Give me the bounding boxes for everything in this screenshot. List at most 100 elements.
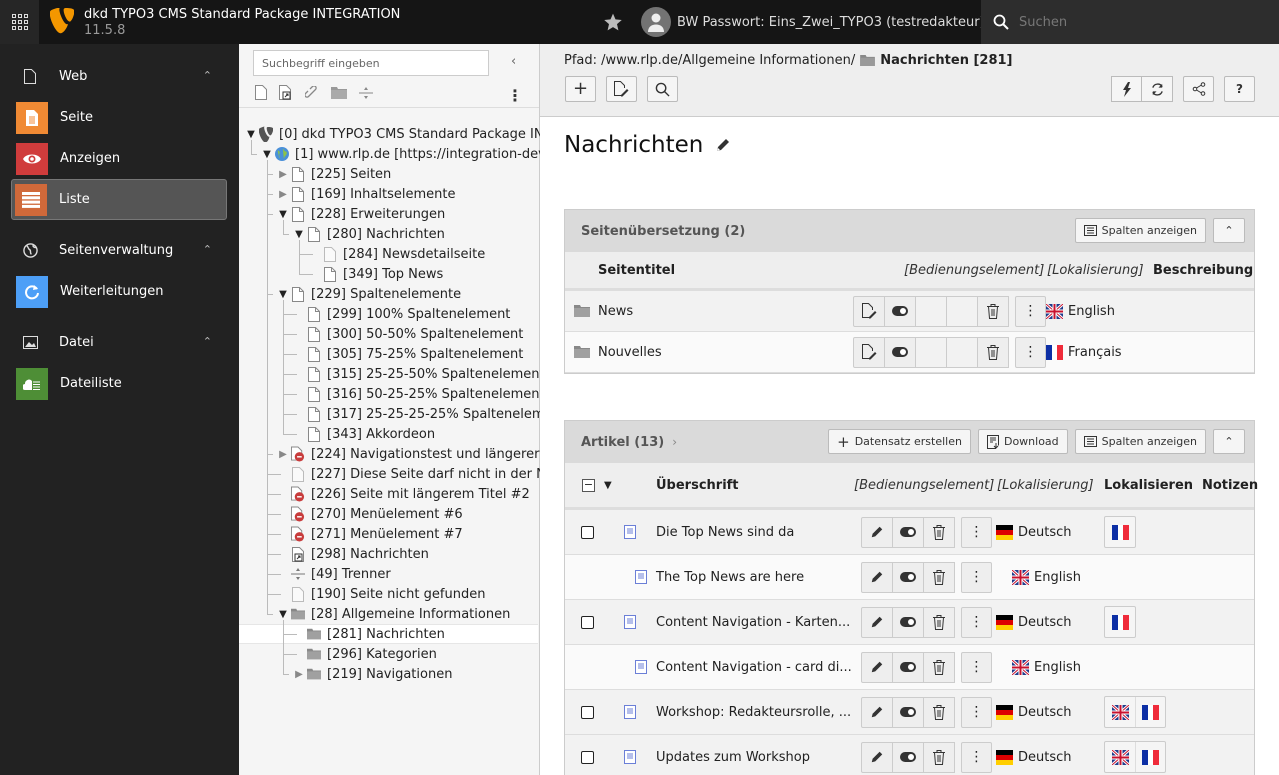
caret-down-icon[interactable]: ▼ xyxy=(604,480,612,491)
clear-cache-button[interactable] xyxy=(1111,76,1142,102)
tree-node[interactable]: ▼ [280] Nachrichten xyxy=(293,224,445,244)
global-search[interactable]: Suchen xyxy=(981,0,1279,44)
pencil-icon[interactable] xyxy=(715,137,731,153)
collapse-panel-button[interactable]: ⌃ xyxy=(1213,218,1245,243)
column-header[interactable]: Beschreibung xyxy=(1153,263,1253,278)
edit-button[interactable] xyxy=(861,606,893,638)
caret-down-icon[interactable]: ▼ xyxy=(277,289,289,300)
tree-node[interactable]: [305] 75-25% Spaltenelement xyxy=(293,344,523,364)
caret-down-icon[interactable]: ▼ xyxy=(277,609,289,620)
caret-right-icon[interactable]: ▶ xyxy=(277,449,289,460)
localize-fr-button[interactable] xyxy=(1105,607,1135,637)
tree-more-icon[interactable]: ⋮ xyxy=(507,86,523,105)
toggle-visibility-button[interactable] xyxy=(892,561,924,593)
caret-down-icon[interactable]: ▼ xyxy=(261,149,273,160)
delete-button[interactable] xyxy=(923,696,955,728)
collapse-panel-button[interactable]: ⌃ xyxy=(1213,429,1245,454)
module-item-seite[interactable]: Seite xyxy=(12,97,227,138)
tree-node[interactable]: [227] Diese Seite darf nicht in der Nav xyxy=(277,464,562,484)
edit-page-button[interactable] xyxy=(606,76,637,102)
tree-node[interactable]: ▶ [169] Inhaltselemente xyxy=(277,184,455,204)
row-title[interactable]: Nouvelles xyxy=(598,345,662,360)
caret-down-icon[interactable]: ▼ xyxy=(277,209,289,220)
collapse-tree-icon[interactable]: ‹ xyxy=(511,54,516,69)
user-menu[interactable]: BW Passwort: Eins_Zwei_TYPO3 (testredakt… xyxy=(641,7,985,37)
edit-button[interactable] xyxy=(861,741,893,773)
tree-node[interactable]: ▼ [28] Allgemeine Informationen xyxy=(277,604,510,624)
tree-node[interactable]: [299] 100% Spaltenelement xyxy=(293,304,510,324)
edit-button[interactable] xyxy=(853,295,885,327)
chevron-up-icon[interactable]: ⌃ xyxy=(203,243,212,256)
row-title[interactable]: Content Navigation - Karten... xyxy=(656,615,850,630)
create-record-button[interactable]: + Datensatz erstellen xyxy=(828,429,971,454)
localize-gb-button[interactable] xyxy=(1105,742,1135,772)
row-checkbox[interactable] xyxy=(581,615,594,629)
row-checkbox[interactable] xyxy=(581,525,594,539)
new-record-button[interactable]: + xyxy=(565,76,596,102)
app-menu-button[interactable] xyxy=(0,0,39,44)
column-header[interactable]: Überschrift xyxy=(656,478,739,493)
row-checkbox[interactable] xyxy=(581,705,594,719)
tree-node[interactable]: [296] Kategorien xyxy=(293,644,437,664)
tree-node[interactable]: [317] 25-25-25-25% Spalteneleme xyxy=(293,404,553,424)
localize-fr-button[interactable] xyxy=(1135,697,1165,727)
column-header[interactable]: Lokalisieren xyxy=(1104,478,1193,493)
toggle-visibility-button[interactable] xyxy=(892,606,924,638)
bookmark-star-icon[interactable] xyxy=(603,12,623,32)
localize-fr-button[interactable] xyxy=(1135,742,1165,772)
toggle-visibility-button[interactable] xyxy=(892,696,924,728)
folder-icon[interactable] xyxy=(331,86,347,99)
help-button[interactable]: ? xyxy=(1224,76,1255,102)
delete-button[interactable] xyxy=(923,606,955,638)
more-actions-button[interactable]: ⋮ xyxy=(961,651,992,683)
more-actions-button[interactable]: ⋮ xyxy=(961,561,992,593)
toggle-visibility-button[interactable] xyxy=(884,295,916,327)
new-page-icon[interactable] xyxy=(255,85,267,100)
tree-node[interactable]: [284] Newsdetailseite xyxy=(309,244,485,264)
separator-icon[interactable] xyxy=(359,86,373,99)
delete-button[interactable] xyxy=(923,651,955,683)
link-icon[interactable] xyxy=(305,85,319,100)
panel-title[interactable]: Artikel (13) xyxy=(581,435,664,450)
toggle-visibility-button[interactable] xyxy=(892,516,924,548)
more-actions-button[interactable]: ⋮ xyxy=(961,516,992,548)
delete-button[interactable] xyxy=(977,295,1009,327)
tree-node[interactable]: [190] Seite nicht gefunden xyxy=(277,584,485,604)
tree-node[interactable]: [315] 25-25-50% Spaltenelement xyxy=(293,364,545,384)
tree-node[interactable]: ▼ [0] dkd TYPO3 CMS Standard Package INTE xyxy=(245,124,560,144)
row-title[interactable]: Updates zum Workshop xyxy=(656,750,810,765)
tree-node[interactable]: ▶ [224] Navigationstest und längerer Tit xyxy=(277,444,560,464)
more-actions-button[interactable]: ⋮ xyxy=(1015,295,1046,327)
row-title[interactable]: News xyxy=(598,304,633,319)
download-button[interactable]: Download xyxy=(977,429,1068,454)
module-item-weiterleitungen[interactable]: Weiterleitungen xyxy=(12,271,227,312)
localize-gb-button[interactable] xyxy=(1105,697,1135,727)
column-header[interactable]: Notizen xyxy=(1202,478,1258,493)
tree-search-input[interactable]: Suchbegriff eingeben xyxy=(253,50,489,76)
tree-node[interactable]: ▼ [229] Spaltenelemente xyxy=(277,284,461,304)
caret-down-icon[interactable]: ▼ xyxy=(245,129,257,140)
edit-button[interactable] xyxy=(861,696,893,728)
delete-button[interactable] xyxy=(923,516,955,548)
caret-right-icon[interactable]: ▶ xyxy=(277,189,289,200)
more-actions-button[interactable]: ⋮ xyxy=(961,696,992,728)
share-button[interactable] xyxy=(1183,76,1214,102)
row-title[interactable]: The Top News are here xyxy=(656,570,804,585)
show-columns-button[interactable]: Spalten anzeigen xyxy=(1074,218,1206,243)
column-header[interactable]: Seitentitel xyxy=(598,263,675,278)
tree-node[interactable]: ▼ [228] Erweiterungen xyxy=(277,204,445,224)
module-item-dateiliste[interactable]: Dateiliste xyxy=(12,363,227,404)
chevron-up-icon[interactable]: ⌃ xyxy=(203,335,212,348)
tree-node[interactable]: [316] 50-25-25% Spaltenelement xyxy=(293,384,545,404)
delete-button[interactable] xyxy=(923,741,955,773)
edit-button[interactable] xyxy=(861,651,893,683)
tree-node[interactable]: ▶ [219] Navigationen xyxy=(293,664,452,684)
tree-node[interactable]: ▶ [225] Seiten xyxy=(277,164,391,184)
row-title[interactable]: Content Navigation - card di... xyxy=(656,660,852,675)
chevron-up-icon[interactable]: ⌃ xyxy=(203,69,212,82)
toggle-visibility-button[interactable] xyxy=(892,741,924,773)
more-actions-button[interactable]: ⋮ xyxy=(1015,336,1046,368)
show-columns-button[interactable]: Spalten anzeigen xyxy=(1074,429,1206,454)
brand[interactable]: dkd TYPO3 CMS Standard Package INTEGRATI… xyxy=(50,6,400,39)
toggle-visibility-button[interactable] xyxy=(884,336,916,368)
